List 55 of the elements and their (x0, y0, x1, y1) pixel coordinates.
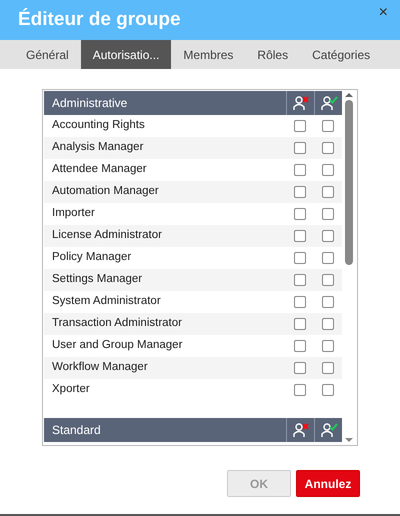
permission-name: System Administrator (51, 294, 162, 310)
permission-name: Importer (51, 206, 96, 222)
tab[interactable]: Catégories (300, 40, 382, 69)
checkbox[interactable] (322, 208, 334, 220)
close-button[interactable]: × (378, 1, 388, 25)
user-x-icon (292, 422, 310, 438)
user-check-icon (320, 95, 338, 111)
permission-name: Analysis Manager (51, 140, 144, 156)
scroll-down-icon[interactable] (344, 436, 354, 444)
checkbox[interactable] (322, 340, 334, 352)
section-title: Standard (51, 422, 102, 439)
checkbox[interactable] (294, 142, 306, 154)
permission-name: Accounting Rights (51, 118, 146, 134)
tab[interactable]: Membres (171, 40, 246, 69)
checkbox[interactable] (322, 318, 334, 330)
section-title: Administrative (51, 95, 128, 112)
permission-name: Automation Manager (51, 184, 160, 200)
checkbox[interactable] (294, 208, 306, 220)
checkbox[interactable] (294, 384, 306, 396)
checkbox[interactable] (322, 362, 334, 374)
checkbox[interactable] (322, 274, 334, 286)
window-title: Éditeur de groupe (18, 7, 181, 32)
checkbox[interactable] (322, 164, 334, 176)
permission-name: Workflow Manager (51, 360, 149, 376)
permission-name: Xporter (51, 382, 91, 398)
checkbox[interactable] (322, 296, 334, 308)
tab[interactable]: Général (14, 40, 81, 69)
cancel-button[interactable]: Annulez (296, 470, 360, 497)
checkbox[interactable] (294, 318, 306, 330)
checkbox[interactable] (294, 362, 306, 374)
checkbox[interactable] (294, 164, 306, 176)
permission-name: Attendee Manager (51, 162, 148, 178)
checkbox[interactable] (322, 186, 334, 198)
checkbox[interactable] (322, 142, 334, 154)
permission-name: Policy Manager (51, 250, 132, 266)
checkbox[interactable] (322, 120, 334, 132)
permission-name: Transaction Administrator (51, 316, 183, 332)
checkbox[interactable] (294, 120, 306, 132)
user-x-icon (292, 95, 310, 111)
tab[interactable]: Rôles (245, 40, 300, 69)
checkbox[interactable] (322, 252, 334, 264)
checkbox[interactable] (294, 252, 306, 264)
permission-name: Settings Manager (51, 272, 144, 288)
user-check-icon (320, 422, 338, 438)
checkbox[interactable] (294, 186, 306, 198)
tab[interactable]: Autorisatio... (80, 40, 172, 69)
checkbox[interactable] (294, 296, 306, 308)
checkbox[interactable] (294, 274, 306, 286)
permission-name: License Administrator (51, 228, 163, 244)
permission-name: User and Group Manager (51, 338, 184, 354)
checkbox[interactable] (294, 340, 306, 352)
scrollbar[interactable] (342, 91, 356, 444)
checkbox[interactable] (294, 230, 306, 242)
checkbox[interactable] (322, 384, 334, 396)
checkbox[interactable] (322, 230, 334, 242)
